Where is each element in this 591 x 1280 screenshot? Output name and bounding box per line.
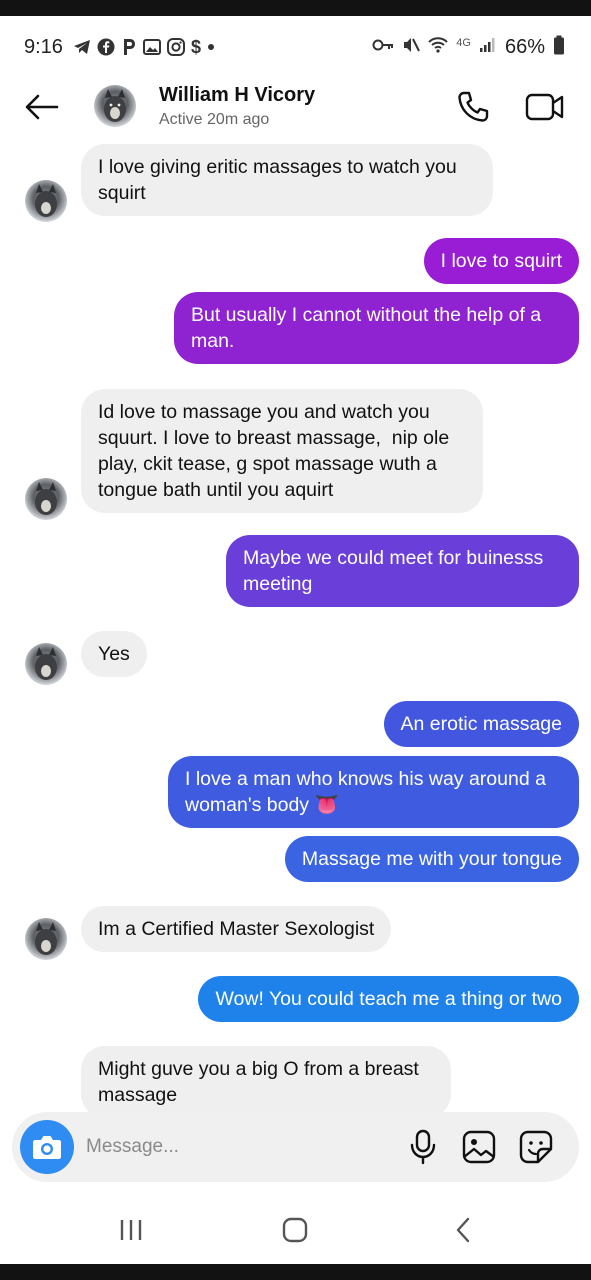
received-message[interactable]: Im a Certified Master Sexologist bbox=[81, 906, 392, 952]
wifi-icon bbox=[428, 36, 448, 59]
dollar-icon: $ bbox=[190, 36, 201, 57]
facebook-icon bbox=[97, 38, 115, 56]
sent-message[interactable]: But usually I cannot without the help of… bbox=[174, 292, 579, 364]
sent-message[interactable]: I love to squirt bbox=[423, 238, 579, 284]
received-message[interactable]: Id love to massage you and watch you squ… bbox=[81, 389, 483, 513]
signal-icon bbox=[479, 37, 497, 58]
status-time: 9:16 bbox=[24, 35, 63, 58]
message-composer bbox=[12, 1112, 579, 1182]
status-bar: 9:16 $ 4G 66% bbox=[0, 16, 591, 78]
sent-message[interactable]: I love a man who knows his way around a … bbox=[168, 756, 579, 828]
top-screen-edge bbox=[0, 0, 591, 16]
message-thread[interactable]: I love giving eritic massages to watch y… bbox=[0, 144, 591, 1114]
sticker-button[interactable] bbox=[517, 1127, 555, 1167]
chevron-left-icon bbox=[456, 1217, 470, 1243]
recents-icon bbox=[120, 1220, 142, 1240]
gallery-icon bbox=[142, 39, 161, 55]
home-icon bbox=[282, 1217, 308, 1243]
notification-icons: $ bbox=[73, 37, 215, 58]
phone-icon bbox=[458, 91, 489, 122]
microphone-icon bbox=[410, 1129, 436, 1165]
dot-icon bbox=[207, 43, 215, 51]
camera-icon bbox=[33, 1136, 61, 1159]
sender-avatar[interactable] bbox=[25, 918, 67, 960]
battery-percent: 66% bbox=[504, 35, 545, 58]
system-icons: 4G 66% bbox=[372, 35, 565, 60]
recent-apps-button[interactable] bbox=[108, 1214, 154, 1246]
bottom-screen-edge bbox=[0, 1264, 591, 1280]
instagram-icon bbox=[166, 38, 185, 56]
microphone-button[interactable] bbox=[406, 1127, 440, 1167]
received-message[interactable]: Might guve you a big O from a breast mas… bbox=[81, 1046, 451, 1114]
mute-icon bbox=[402, 36, 421, 59]
system-navigation-bar bbox=[0, 1196, 591, 1264]
telegram-icon bbox=[73, 39, 91, 55]
message-input[interactable] bbox=[86, 1132, 386, 1162]
video-call-button[interactable] bbox=[522, 88, 568, 126]
image-icon bbox=[462, 1130, 496, 1164]
sender-avatar[interactable] bbox=[25, 643, 67, 685]
pinterest-icon bbox=[121, 38, 137, 56]
sender-avatar[interactable] bbox=[25, 180, 67, 222]
home-button[interactable] bbox=[272, 1214, 318, 1246]
contact-name[interactable]: William H Vicory bbox=[159, 84, 315, 107]
sent-message[interactable]: Massage me with your tongue bbox=[284, 836, 579, 882]
sender-avatar[interactable] bbox=[25, 478, 67, 520]
arrow-left-icon bbox=[25, 94, 59, 120]
back-button[interactable] bbox=[22, 90, 62, 124]
gallery-button[interactable] bbox=[460, 1127, 498, 1167]
key-icon bbox=[372, 37, 394, 57]
battery-icon bbox=[553, 35, 565, 60]
video-camera-icon bbox=[525, 93, 564, 121]
camera-button[interactable] bbox=[20, 1120, 74, 1174]
contact-active-status: Active 20m ago bbox=[159, 111, 270, 128]
sent-message[interactable]: An erotic massage bbox=[383, 701, 579, 747]
sticker-icon bbox=[519, 1130, 553, 1164]
network-label: 4G bbox=[456, 37, 471, 49]
sent-message[interactable]: Maybe we could meet for buinesss meeting bbox=[226, 535, 579, 607]
sent-message[interactable]: Wow! You could teach me a thing or two bbox=[198, 976, 579, 1022]
received-message[interactable]: Yes bbox=[81, 631, 147, 677]
audio-call-button[interactable] bbox=[452, 88, 494, 126]
contact-avatar[interactable] bbox=[94, 85, 136, 127]
chat-header: William H Vicory Active 20m ago bbox=[0, 78, 591, 144]
received-message[interactable]: I love giving eritic massages to watch y… bbox=[81, 144, 493, 216]
system-back-button[interactable] bbox=[440, 1214, 486, 1246]
